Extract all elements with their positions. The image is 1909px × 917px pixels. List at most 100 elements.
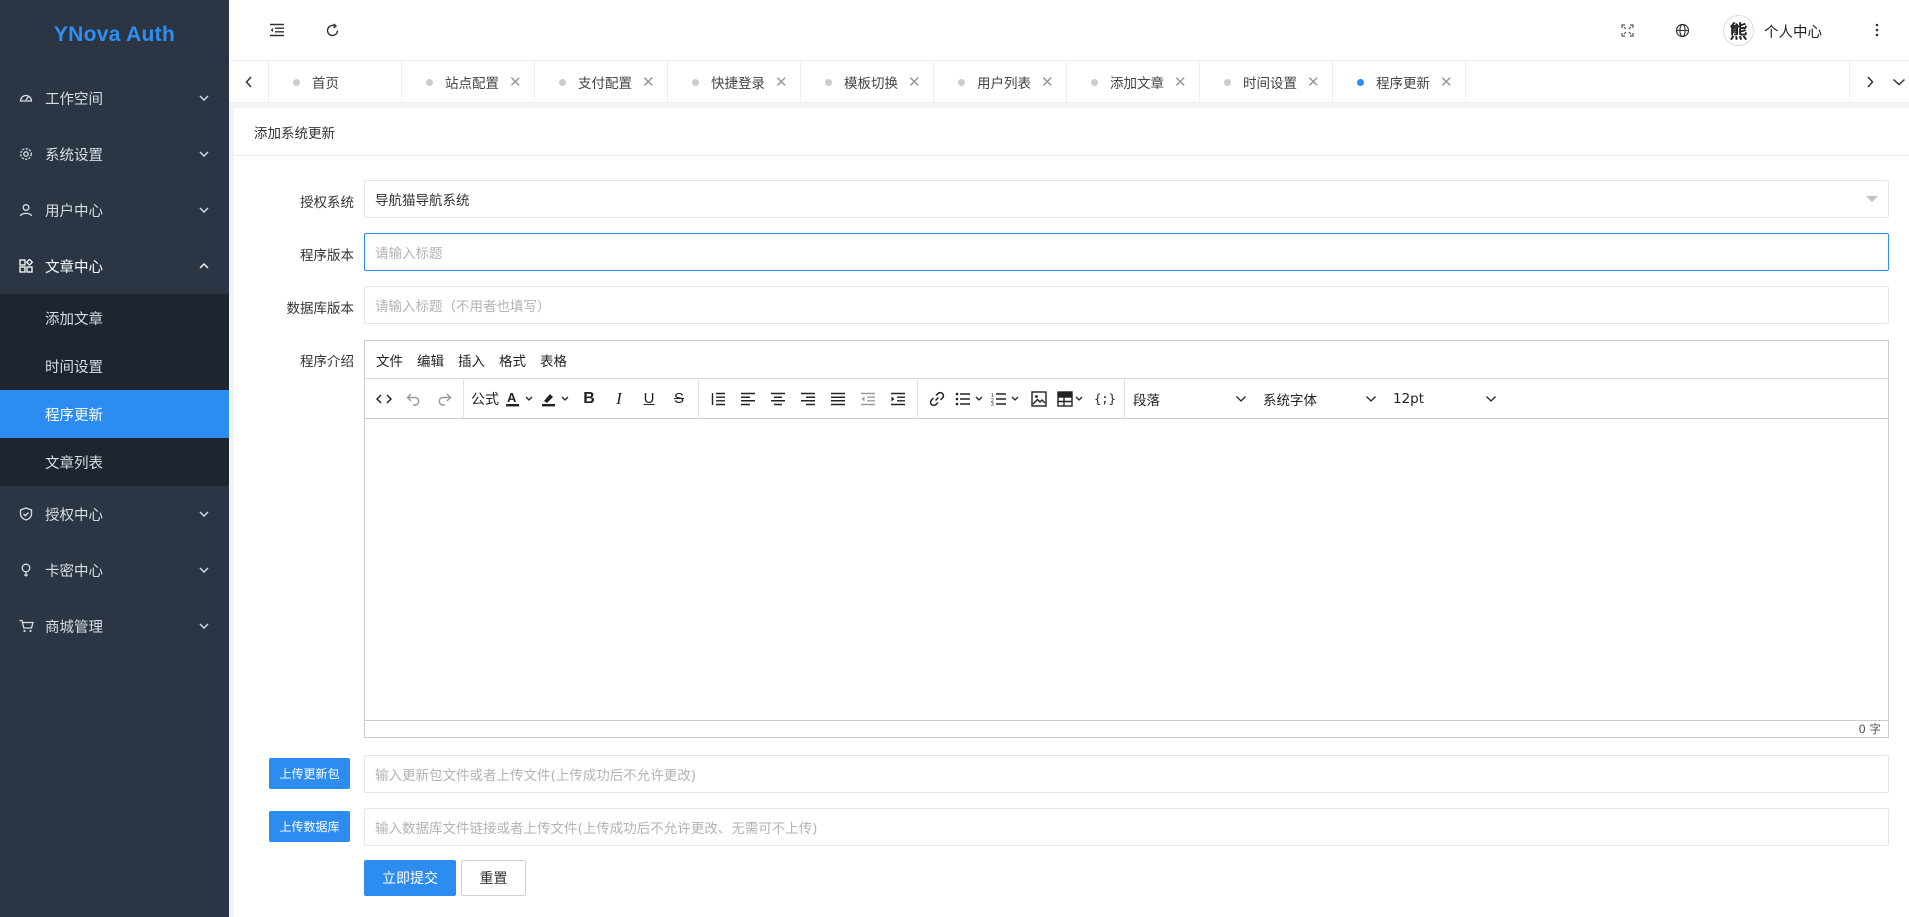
editor-menu-file[interactable]: 文件	[376, 350, 403, 370]
tab-dot	[1091, 78, 1098, 86]
reset-button[interactable]: 重置	[461, 860, 526, 896]
tab-dot	[1224, 78, 1231, 86]
italic-icon[interactable]: I	[604, 384, 634, 414]
tab-scroll-right-button[interactable]	[1849, 61, 1889, 103]
page-title: 添加系统更新	[234, 108, 1909, 156]
chevron-up-icon	[197, 259, 211, 273]
formula-button[interactable]: 公式	[468, 384, 502, 414]
upload-db-button[interactable]: 上传数据库	[269, 811, 350, 842]
align-right-icon[interactable]	[793, 384, 823, 414]
form-card: 添加系统更新 授权系统 导航猫导航系统 程序版本 请输入标题 数据库版本 请输入…	[234, 108, 1909, 917]
tab-template-switch[interactable]: 模板切换 ✕	[801, 61, 934, 103]
close-icon[interactable]: ✕	[775, 73, 788, 91]
app-logo[interactable]: YNova Auth	[0, 0, 229, 70]
underline-icon[interactable]: U	[634, 384, 664, 414]
sidebar-subitem-add-article[interactable]: 添加文章	[0, 294, 229, 342]
refresh-icon[interactable]	[322, 20, 342, 40]
align-justify-icon[interactable]	[823, 384, 853, 414]
tab-label: 程序更新	[1376, 76, 1430, 92]
sidebar-item-article-center[interactable]: 文章中心	[0, 238, 229, 294]
sidebar-item-system-settings[interactable]: 系统设置	[0, 126, 229, 182]
sidebar-subitem-article-list[interactable]: 文章列表	[0, 438, 229, 486]
menu-fold-icon[interactable]	[267, 20, 287, 40]
undo-icon[interactable]	[399, 384, 429, 414]
editor-content-area[interactable]	[365, 419, 1888, 720]
tab-list: 首页 站点配置 ✕ 支付配置 ✕ 快捷登录 ✕ 模板切换 ✕ 用户列表 ✕ 添加…	[269, 61, 1466, 103]
sidebar-item-auth-center[interactable]: 授权中心	[0, 486, 229, 542]
svg-text:3: 3	[991, 402, 994, 406]
indent-icon[interactable]	[883, 384, 913, 414]
sidebar-subitem-time-settings[interactable]: 时间设置	[0, 342, 229, 390]
auth-system-value: 导航猫导航系统	[375, 193, 470, 209]
tab-site-config[interactable]: 站点配置 ✕	[402, 61, 535, 103]
tab-add-article[interactable]: 添加文章 ✕	[1067, 61, 1200, 103]
toolbar-group-history	[365, 378, 464, 419]
tab-dot	[958, 78, 965, 86]
numbered-list-icon[interactable]: 123	[988, 384, 1024, 414]
tab-dot	[1357, 78, 1364, 86]
user-center-link[interactable]: 个人中心	[1764, 21, 1822, 42]
tab-dropdown-button[interactable]	[1889, 61, 1909, 103]
editor-menu-table[interactable]: 表格	[540, 350, 567, 370]
font-family-select[interactable]: 系统字体	[1255, 384, 1385, 414]
highlight-color-icon[interactable]	[538, 384, 574, 414]
code-icon[interactable]	[369, 384, 399, 414]
close-icon[interactable]: ✕	[1440, 73, 1453, 91]
tab-label: 首页	[312, 76, 339, 92]
close-icon[interactable]: ✕	[1174, 73, 1187, 91]
tab-home[interactable]: 首页	[269, 61, 402, 103]
user-icon	[18, 202, 34, 218]
tab-payment-config[interactable]: 支付配置 ✕	[535, 61, 668, 103]
outdent-icon[interactable]	[853, 384, 883, 414]
editor-menu-insert[interactable]: 插入	[458, 350, 485, 370]
line-height-icon[interactable]	[703, 384, 733, 414]
tab-scroll-left-button[interactable]	[229, 61, 269, 103]
sidebar-item-user-center[interactable]: 用户中心	[0, 182, 229, 238]
bold-icon[interactable]: B	[574, 384, 604, 414]
sidebar-item-shop-management[interactable]: 商城管理	[0, 598, 229, 654]
redo-icon[interactable]	[429, 384, 459, 414]
align-left-icon[interactable]	[733, 384, 763, 414]
align-center-icon[interactable]	[763, 384, 793, 414]
caret-down-icon	[1866, 196, 1878, 202]
tab-user-list[interactable]: 用户列表 ✕	[934, 61, 1067, 103]
db-version-input[interactable]: 请输入标题（不用者也填写）	[364, 286, 1889, 324]
tab-label: 快捷登录	[711, 76, 765, 92]
globe-icon[interactable]	[1672, 20, 1692, 40]
sidebar-item-workspace[interactable]: 工作空间	[0, 70, 229, 126]
table-icon[interactable]	[1054, 384, 1090, 414]
intro-label: 程序介绍	[300, 354, 354, 370]
avatar[interactable]: 熊	[1723, 15, 1754, 46]
fullscreen-icon[interactable]	[1617, 20, 1637, 40]
close-icon[interactable]: ✕	[642, 73, 655, 91]
tab-dot	[559, 78, 566, 86]
upload-package-input[interactable]: 输入更新包文件或者上传文件(上传成功后不允许更改)	[364, 755, 1889, 793]
close-icon[interactable]: ✕	[908, 73, 921, 91]
close-icon[interactable]: ✕	[1041, 73, 1054, 91]
close-icon[interactable]: ✕	[509, 73, 522, 91]
db-version-label: 数据库版本	[286, 301, 355, 317]
text-color-icon[interactable]: A	[502, 384, 538, 414]
tab-program-update[interactable]: 程序更新 ✕	[1333, 61, 1466, 103]
link-icon[interactable]	[922, 384, 952, 414]
image-icon[interactable]	[1024, 384, 1054, 414]
program-version-input[interactable]: 请输入标题	[364, 233, 1889, 271]
upload-db-input[interactable]: 输入数据库文件链接或者上传文件(上传成功后不允许更改、无需可不上传)	[364, 808, 1889, 846]
block-format-select[interactable]: 段落	[1125, 384, 1255, 414]
strikethrough-icon[interactable]: S	[664, 384, 694, 414]
chevron-down-icon	[197, 147, 211, 161]
more-vertical-icon[interactable]	[1867, 20, 1887, 40]
close-icon[interactable]: ✕	[1307, 73, 1320, 91]
tab-time-settings[interactable]: 时间设置 ✕	[1200, 61, 1333, 103]
bullet-list-icon[interactable]	[952, 384, 988, 414]
code-sample-icon[interactable]: {;}	[1090, 384, 1120, 414]
font-size-select[interactable]: 12pt	[1385, 384, 1505, 414]
tab-quick-login[interactable]: 快捷登录 ✕	[668, 61, 801, 103]
sidebar-subitem-program-update[interactable]: 程序更新	[0, 390, 229, 438]
editor-menu-format[interactable]: 格式	[499, 350, 526, 370]
editor-menu-edit[interactable]: 编辑	[417, 350, 444, 370]
submit-button[interactable]: 立即提交	[364, 860, 456, 896]
sidebar-item-card-center[interactable]: 卡密中心	[0, 542, 229, 598]
auth-system-select[interactable]: 导航猫导航系统	[364, 180, 1889, 218]
upload-package-button[interactable]: 上传更新包	[269, 758, 350, 789]
